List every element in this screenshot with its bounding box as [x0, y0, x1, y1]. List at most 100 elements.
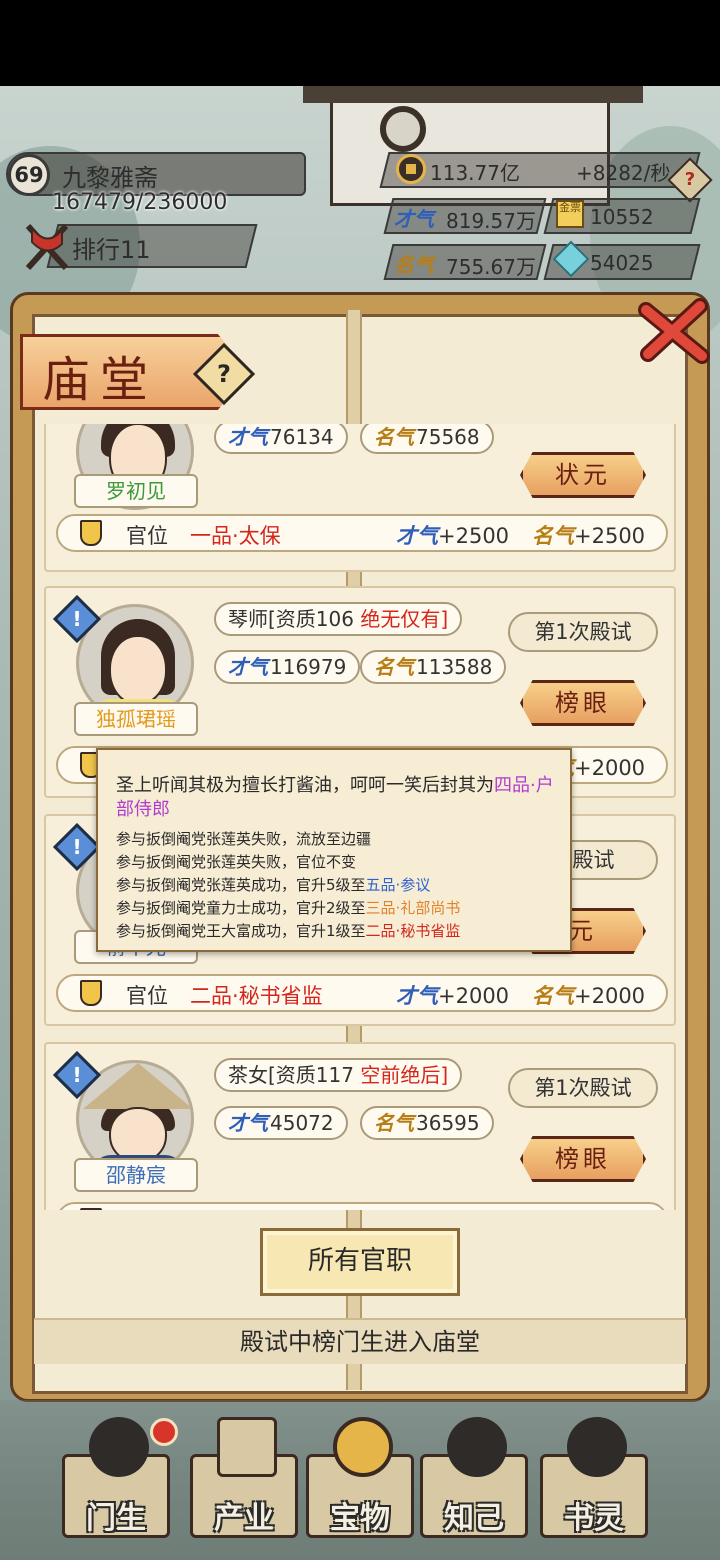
- talent-tag-icon: 才气: [228, 425, 268, 449]
- tooltip-line-highlight: 三品·礼部尚书: [365, 899, 461, 917]
- talent-bonus-value: +2500: [438, 524, 510, 548]
- talent-value: 45072: [270, 1111, 334, 1135]
- alert-glyph: !: [72, 607, 82, 631]
- map-scroll-icon: [217, 1417, 277, 1477]
- status-bar: [0, 0, 720, 86]
- gold-value: 10552: [590, 205, 654, 229]
- exam-badge[interactable]: 第1次殿试: [508, 612, 658, 652]
- notification-dot: [150, 1418, 178, 1446]
- quality-value: 绝无仅有]: [360, 607, 449, 631]
- talent-pill: 才气 76134: [214, 424, 348, 454]
- tooltip-line-highlight: 五品·参议: [365, 876, 431, 894]
- compass-icon: [333, 1417, 393, 1477]
- position-row: 官位 一品·太保 才气+2500 名气+2500: [56, 514, 668, 552]
- honor-badge[interactable]: 榜眼: [520, 680, 646, 726]
- fame-bonus: 名气+2500: [532, 520, 645, 550]
- history-tooltip: 圣上听闻其极为擅长打酱油，呵呵一笑后封其为四品·户部侍郎 参与扳倒阉党张莲英失败…: [96, 748, 572, 952]
- player-name: 九黎雅斋: [62, 164, 158, 192]
- nav-label: 知己: [444, 1501, 504, 1536]
- tooltip-line: 参与扳倒阉党王大富成功，官升1级至二品·秘书省监: [116, 920, 460, 941]
- fame-bonus-value: +2000: [574, 984, 646, 1008]
- panel-footer-text: 殿试中榜门生进入庙堂: [34, 1318, 686, 1364]
- fame-tag-icon: 名气: [374, 1111, 414, 1135]
- fame-value: 113588: [416, 655, 493, 679]
- position-value: 一品·太保: [190, 524, 281, 548]
- nav-property[interactable]: 产业: [190, 1417, 298, 1538]
- fame-tag-icon: 名气: [374, 655, 414, 679]
- nav-treasure[interactable]: 宝物: [306, 1417, 414, 1538]
- fame-value: 755.67万: [446, 255, 536, 279]
- position-label: 官位: [126, 984, 168, 1008]
- fame-tag-icon: 名气: [532, 984, 574, 1008]
- role-value: 茶女[资质117: [228, 1063, 354, 1087]
- fame-bonus-value: +2000: [574, 756, 646, 780]
- tooltip-line-text: 参与扳倒阉党童力士成功，官升2级至: [116, 899, 366, 917]
- tooltip-line-text: 参与扳倒阉党张莲英成功，官升5级至: [116, 876, 366, 894]
- tooltip-line-highlight: 二品·秘书省监: [365, 922, 461, 940]
- fame-value: 75568: [416, 425, 480, 449]
- tooltip-line-text: 参与扳倒阉党张莲英失败，官位不变: [116, 853, 357, 871]
- position-row: [56, 1202, 668, 1210]
- talent-tag-icon: 才气: [228, 655, 268, 679]
- income-value: +8282/秒: [576, 161, 671, 185]
- talent-bonus: 才气+2000: [396, 980, 509, 1010]
- talent-value: 76134: [270, 425, 334, 449]
- money-value: 113.77亿: [430, 161, 520, 185]
- fame-bonus: 名气+2000: [532, 980, 645, 1010]
- shield-icon: [80, 980, 102, 1006]
- fame-tag-icon: 名气: [532, 524, 574, 548]
- exam-badge[interactable]: 第1次殿试: [508, 1068, 658, 1108]
- fame-pill: 名气 113588: [360, 650, 507, 684]
- book-spirit-figure-icon: [567, 1417, 627, 1477]
- talent-tag-icon: 才气: [394, 207, 434, 231]
- role-pill: 茶女[资质117 空前绝后]: [214, 1058, 463, 1092]
- disciple-card[interactable]: ! 邵静宸 茶女[资质117 空前绝后] 第1次殿试 才气 45072 名气 365…: [44, 1042, 676, 1210]
- disciple-figure-icon: [89, 1417, 149, 1477]
- shield-icon: [80, 520, 102, 546]
- gem-value: 54025: [590, 251, 654, 275]
- honor-badge[interactable]: 榜眼: [520, 1136, 646, 1182]
- disciple-name: 罗初见: [74, 474, 198, 508]
- alert-glyph: !: [72, 1063, 82, 1087]
- position-value: 二品·秘书省监: [190, 984, 323, 1008]
- help-glyph: ?: [217, 360, 231, 388]
- nav-confidants[interactable]: 知己: [420, 1417, 528, 1538]
- fame-bonus-value: +2500: [574, 524, 646, 548]
- exp-progress: 167479/236000: [52, 190, 228, 215]
- disciple-name: 邵静宸: [74, 1158, 198, 1192]
- nav-label: 书灵: [564, 1501, 624, 1536]
- tooltip-line: 参与扳倒阉党童力士成功，官升2级至三品·礼部尚书: [116, 897, 460, 918]
- talent-tag-icon: 才气: [396, 524, 438, 548]
- coin-icon: [396, 154, 426, 184]
- fame-value: 36595: [416, 1111, 480, 1135]
- talent-value: 819.57万: [446, 209, 536, 233]
- disciple-name: 独孤珺瑶: [74, 702, 198, 736]
- avatar-face: [109, 635, 167, 705]
- background-wheel: [380, 106, 426, 152]
- panel-title: 庙堂: [42, 352, 159, 408]
- tooltip-line: 参与扳倒阉党张莲英成功，官升5级至五品·参议: [116, 874, 430, 895]
- gold-seal-icon: 金票: [556, 200, 584, 228]
- role-value: 琴师[资质106: [228, 607, 354, 631]
- close-icon[interactable]: [636, 296, 714, 366]
- tooltip-line: 参与扳倒阉党张莲英失败，流放至边疆: [116, 828, 371, 849]
- background-building: [303, 86, 643, 206]
- avatar-hat: [83, 1063, 191, 1109]
- all-positions-button[interactable]: 所有官职: [260, 1228, 460, 1296]
- position-row: 官位 二品·秘书省监 才气+2000 名气+2000: [56, 974, 668, 1012]
- tooltip-line-text: 参与扳倒阉党王大富成功，官升1级至: [116, 922, 366, 940]
- fame-pill: 名气 75568: [360, 424, 494, 454]
- tooltip-line-text: 参与扳倒阉党张莲英失败，流放至边疆: [116, 830, 372, 848]
- alert-glyph: !: [72, 835, 82, 859]
- disciple-card[interactable]: 罗初见 才气 76134 名气 75568 状元 官位 一品·太保 才气+2500 …: [44, 424, 676, 572]
- quality-value: 空前绝后]: [360, 1063, 449, 1087]
- talent-pill: 才气 116979: [214, 650, 361, 684]
- hud-help-glyph: ?: [684, 169, 696, 190]
- talent-pill: 才气 45072: [214, 1106, 348, 1140]
- talent-tag-icon: 才气: [228, 1111, 268, 1135]
- nav-disciples[interactable]: 门生: [62, 1417, 170, 1538]
- fame-tag-icon: 名气: [374, 425, 414, 449]
- nav-book-spirit[interactable]: 书灵: [540, 1417, 648, 1538]
- shield-icon: [80, 1208, 102, 1210]
- honor-badge[interactable]: 状元: [520, 452, 646, 498]
